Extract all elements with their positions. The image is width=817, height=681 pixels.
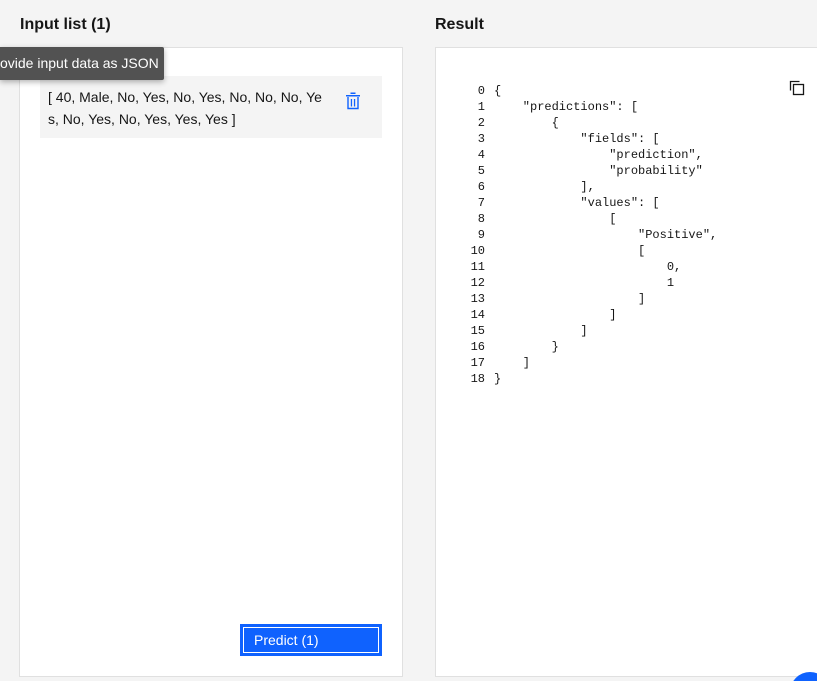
code-line: 0{ xyxy=(460,83,717,99)
line-text: ] xyxy=(494,308,617,322)
line-number: 5 xyxy=(477,164,485,178)
line-number: 17 xyxy=(470,356,485,370)
line-text: { xyxy=(494,84,502,98)
line-number: 11 xyxy=(470,260,485,274)
line-text: "values": [ xyxy=(494,196,660,210)
code-line: 4 "prediction", xyxy=(460,147,717,163)
result-heading: Result xyxy=(435,16,484,33)
copy-icon[interactable] xyxy=(789,80,805,96)
line-number: 13 xyxy=(470,292,485,306)
code-line: 6 ], xyxy=(460,179,717,195)
line-number: 9 xyxy=(477,228,485,242)
code-line: 18} xyxy=(460,371,717,387)
line-text: "fields": [ xyxy=(494,132,660,146)
line-text: ] xyxy=(494,356,531,370)
code-line: 16 } xyxy=(460,339,717,355)
line-number: 14 xyxy=(470,308,485,322)
code-line: 12 1 xyxy=(460,275,717,291)
predict-button[interactable]: Predict (1) xyxy=(240,624,382,656)
code-line: 2 { xyxy=(460,115,717,131)
line-text: ], xyxy=(494,180,595,194)
line-text: { xyxy=(494,116,559,130)
json-input-tooltip: Provide input data as JSON xyxy=(0,47,164,80)
line-number: 3 xyxy=(477,132,485,146)
line-text: "predictions": [ xyxy=(494,100,639,114)
code-line: 5 "probability" xyxy=(460,163,717,179)
line-text: "probability" xyxy=(494,164,703,178)
line-number: 12 xyxy=(470,276,485,290)
line-text: [ xyxy=(494,244,646,258)
input-list-heading: Input list (1) xyxy=(20,16,111,33)
line-number: 0 xyxy=(477,84,485,98)
line-number: 2 xyxy=(477,116,485,130)
list-item[interactable]: [ 40, Male, No, Yes, No, Yes, No, No, No… xyxy=(40,76,382,138)
line-text: 1 xyxy=(494,276,675,290)
line-number: 8 xyxy=(477,212,485,226)
line-number: 10 xyxy=(470,244,485,258)
line-text: ] xyxy=(494,324,588,338)
json-result-viewer: 0{1 "predictions": [2 {3 "fields": [4 "p… xyxy=(460,83,718,387)
line-number: 16 xyxy=(470,340,485,354)
line-number: 4 xyxy=(477,148,485,162)
line-text: [ xyxy=(494,212,617,226)
line-text: "prediction", xyxy=(494,148,703,162)
line-text: 0, xyxy=(494,260,682,274)
line-text: } xyxy=(494,372,502,386)
code-line: 11 0, xyxy=(460,259,717,275)
code-line: 13 ] xyxy=(460,291,717,307)
code-line: 10 [ xyxy=(460,243,717,259)
line-number: 7 xyxy=(477,196,485,210)
line-number: 18 xyxy=(470,372,485,386)
code-line: 17 ] xyxy=(460,355,717,371)
tooltip-text: Provide input data as JSON xyxy=(0,55,159,71)
line-text: ] xyxy=(494,292,646,306)
line-number: 1 xyxy=(477,100,485,114)
code-line: 3 "fields": [ xyxy=(460,131,717,147)
line-text: "Positive", xyxy=(494,228,718,242)
input-row-text: [ 40, Male, No, Yes, No, Yes, No, No, No… xyxy=(48,89,322,127)
code-line: 14 ] xyxy=(460,307,717,323)
line-number: 6 xyxy=(477,180,485,194)
code-line: 1 "predictions": [ xyxy=(460,99,717,115)
line-number: 15 xyxy=(470,324,485,338)
code-line: 8 [ xyxy=(460,211,717,227)
trash-icon[interactable] xyxy=(345,92,361,110)
code-line: 9 "Positive", xyxy=(460,227,717,243)
code-line: 7 "values": [ xyxy=(460,195,717,211)
code-line: 15 ] xyxy=(460,323,717,339)
line-text: } xyxy=(494,340,559,354)
input-list-panel xyxy=(19,47,403,677)
